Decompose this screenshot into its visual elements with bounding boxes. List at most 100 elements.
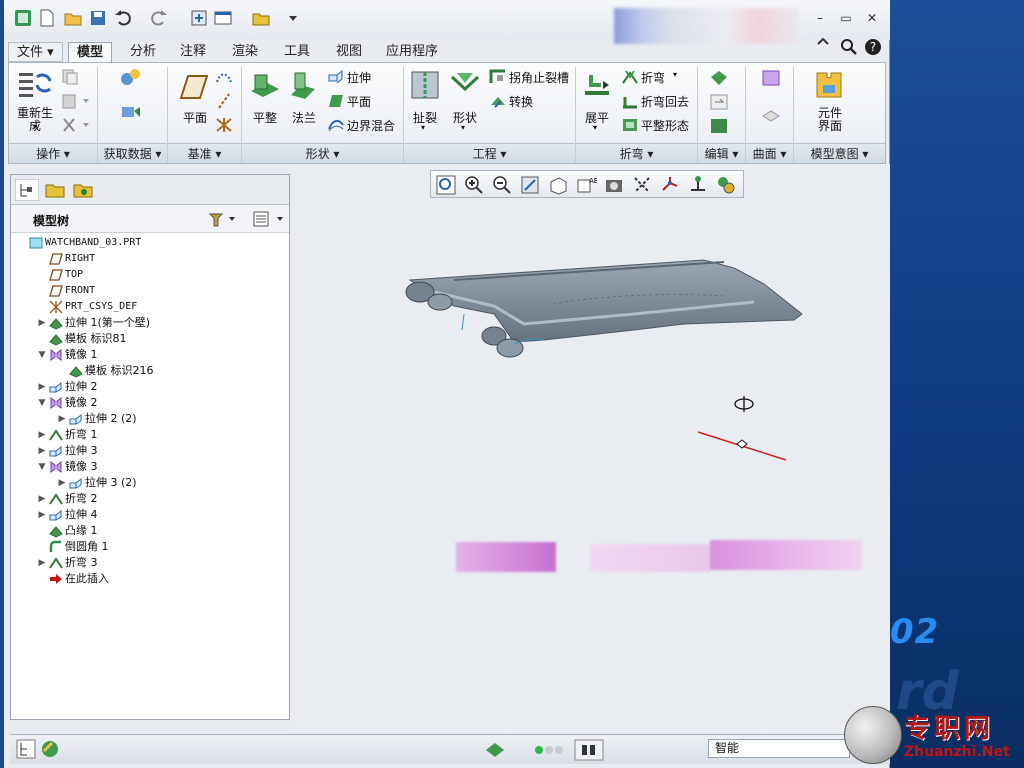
group-operations[interactable]: 操作 ▾ xyxy=(9,143,97,163)
tree-item[interactable]: ▼ 镜像 1 xyxy=(11,347,287,363)
redo-icon[interactable] xyxy=(150,9,168,27)
boundary-blend-icon[interactable] xyxy=(327,117,345,133)
planar-label[interactable]: 平面 xyxy=(347,93,371,110)
flange-wall-label[interactable]: 法兰 xyxy=(292,109,316,126)
flat-pattern-icon[interactable] xyxy=(621,117,639,133)
component-interface-icon[interactable] xyxy=(813,69,845,101)
repaint-icon[interactable] xyxy=(519,174,541,196)
tab-model[interactable]: 模型 xyxy=(68,42,113,62)
expand-icon[interactable]: ▶ xyxy=(37,379,47,395)
regenerate-large-icon[interactable] xyxy=(17,67,53,105)
expand-icon[interactable]: ▶ xyxy=(37,315,47,331)
tree-item[interactable]: PRT_CSYS_DEF xyxy=(11,299,287,315)
tab-applications[interactable]: 应用程序 xyxy=(378,42,446,62)
expand-icon[interactable]: ▶ xyxy=(37,443,47,459)
group-shapes[interactable]: 形状 ▾ xyxy=(242,143,403,163)
collapse-icon[interactable]: ▼ xyxy=(37,395,47,411)
tree-item[interactable]: ▶ 拉伸 2 xyxy=(11,379,287,395)
edit-merge-icon[interactable] xyxy=(709,93,729,111)
tree-item[interactable]: FRONT xyxy=(11,283,287,299)
unbend-caret[interactable]: ▾ xyxy=(593,123,597,132)
tree-item[interactable]: ▼ 镜像 3 xyxy=(11,459,287,475)
convert-label[interactable]: 转换 xyxy=(509,93,533,110)
model-tree-tab-icon[interactable] xyxy=(15,179,39,201)
tree-item[interactable]: 在此插入 xyxy=(11,571,287,587)
paste-icon[interactable] xyxy=(61,93,91,109)
tree-item[interactable]: ▶ 折弯 3 xyxy=(11,555,287,571)
expand-icon[interactable]: ▶ xyxy=(37,555,47,571)
tree-item[interactable]: TOP xyxy=(11,267,287,283)
expand-icon[interactable]: ▶ xyxy=(37,507,47,523)
delete-icon[interactable] xyxy=(61,117,91,133)
expand-icon[interactable]: ▶ xyxy=(57,475,67,491)
graphics-area[interactable] xyxy=(294,164,890,732)
folder-icon[interactable] xyxy=(252,9,270,27)
minimize-button[interactable]: – xyxy=(812,11,828,25)
corner-relief-icon[interactable] xyxy=(489,69,507,85)
datum-axis-icon[interactable] xyxy=(215,93,233,109)
component-interface-label[interactable]: 元件 界面 xyxy=(815,107,845,133)
open-icon[interactable] xyxy=(64,9,82,27)
saved-orientations-icon[interactable]: AB xyxy=(575,174,597,196)
expand-icon[interactable]: ▶ xyxy=(37,491,47,507)
display-style-icon[interactable] xyxy=(547,174,569,196)
planar-icon[interactable] xyxy=(327,93,345,109)
bend-icon[interactable] xyxy=(621,69,639,85)
tab-file[interactable]: 文件 ▾ xyxy=(8,42,63,62)
close-button[interactable]: ✕ xyxy=(864,11,880,25)
datum-display-icon[interactable] xyxy=(631,174,653,196)
group-get-data[interactable]: 获取数据 ▾ xyxy=(98,143,167,163)
collapse-icon[interactable]: ▼ xyxy=(37,347,47,363)
regenerate-caret[interactable]: ▾ xyxy=(33,122,37,131)
tree-item[interactable]: ▼ 镜像 2 xyxy=(11,395,287,411)
group-engineering[interactable]: 工程 ▾ xyxy=(404,143,575,163)
refit-icon[interactable] xyxy=(435,174,457,196)
selection-filter[interactable]: 智能 xyxy=(708,739,850,758)
tree-item[interactable]: 模板 标识81 xyxy=(11,331,287,347)
coordinate-system-icon[interactable] xyxy=(215,117,233,133)
unbend-icon[interactable] xyxy=(581,69,613,101)
tree-item[interactable]: 凸缘 1 xyxy=(11,523,287,539)
tab-tools[interactable]: 工具 xyxy=(276,42,318,62)
bend-label[interactable]: 折弯 xyxy=(641,69,665,86)
flat-wall-label[interactable]: 平整 xyxy=(253,109,277,126)
browser-toggle-icon[interactable] xyxy=(40,739,60,759)
window-icon[interactable] xyxy=(214,9,232,27)
edit-flatten-icon[interactable] xyxy=(709,117,729,135)
group-bends[interactable]: 折弯 ▾ xyxy=(576,143,697,163)
tree-item[interactable]: ▶ 拉伸 3 (2) xyxy=(11,475,287,491)
tree-item[interactable]: ▶ 拉伸 4 xyxy=(11,507,287,523)
app-icon[interactable] xyxy=(14,9,32,27)
tab-analysis[interactable]: 分析 xyxy=(122,42,164,62)
more-icon[interactable] xyxy=(284,9,302,27)
bend-caret[interactable]: ▾ xyxy=(673,70,677,79)
undo-icon[interactable] xyxy=(114,9,132,27)
folder-browser-tab-icon[interactable] xyxy=(43,179,67,201)
rip-caret[interactable]: ▾ xyxy=(421,123,425,132)
sketch-icon[interactable] xyxy=(215,69,233,85)
copy-icon[interactable] xyxy=(61,69,79,85)
surface-offset-icon[interactable] xyxy=(761,107,781,125)
group-editing[interactable]: 编辑 ▾ xyxy=(698,143,745,163)
tree-settings-icon[interactable] xyxy=(207,210,237,228)
form-caret[interactable]: ▾ xyxy=(461,123,465,132)
bend-back-icon[interactable] xyxy=(621,93,639,109)
restore-button[interactable]: ▭ xyxy=(838,11,854,25)
tree-item[interactable]: ▶ 折弯 1 xyxy=(11,427,287,443)
annotation-display-icon[interactable] xyxy=(715,174,737,196)
tree-item[interactable]: ▶ 拉伸 2 (2) xyxy=(11,411,287,427)
new-icon[interactable] xyxy=(38,9,56,27)
tree-item[interactable]: ▶ 拉伸 1(第一个壁) xyxy=(11,315,287,331)
expand-icon[interactable]: ▶ xyxy=(57,411,67,427)
user-defined-feature-icon[interactable] xyxy=(119,67,143,87)
tab-render[interactable]: 渲染 xyxy=(224,42,266,62)
group-surfaces[interactable]: 曲面 ▾ xyxy=(746,143,793,163)
save-icon[interactable] xyxy=(89,9,107,27)
tree-columns-icon[interactable] xyxy=(251,210,287,228)
find-icon[interactable] xyxy=(574,739,604,761)
favorites-tab-icon[interactable] xyxy=(71,179,95,201)
tree-item[interactable]: ▶ 拉伸 3 xyxy=(11,443,287,459)
boundary-blend-label[interactable]: 边界混合 xyxy=(347,117,395,134)
extrude-icon[interactable] xyxy=(327,69,345,85)
tab-view[interactable]: 视图 xyxy=(328,42,370,62)
